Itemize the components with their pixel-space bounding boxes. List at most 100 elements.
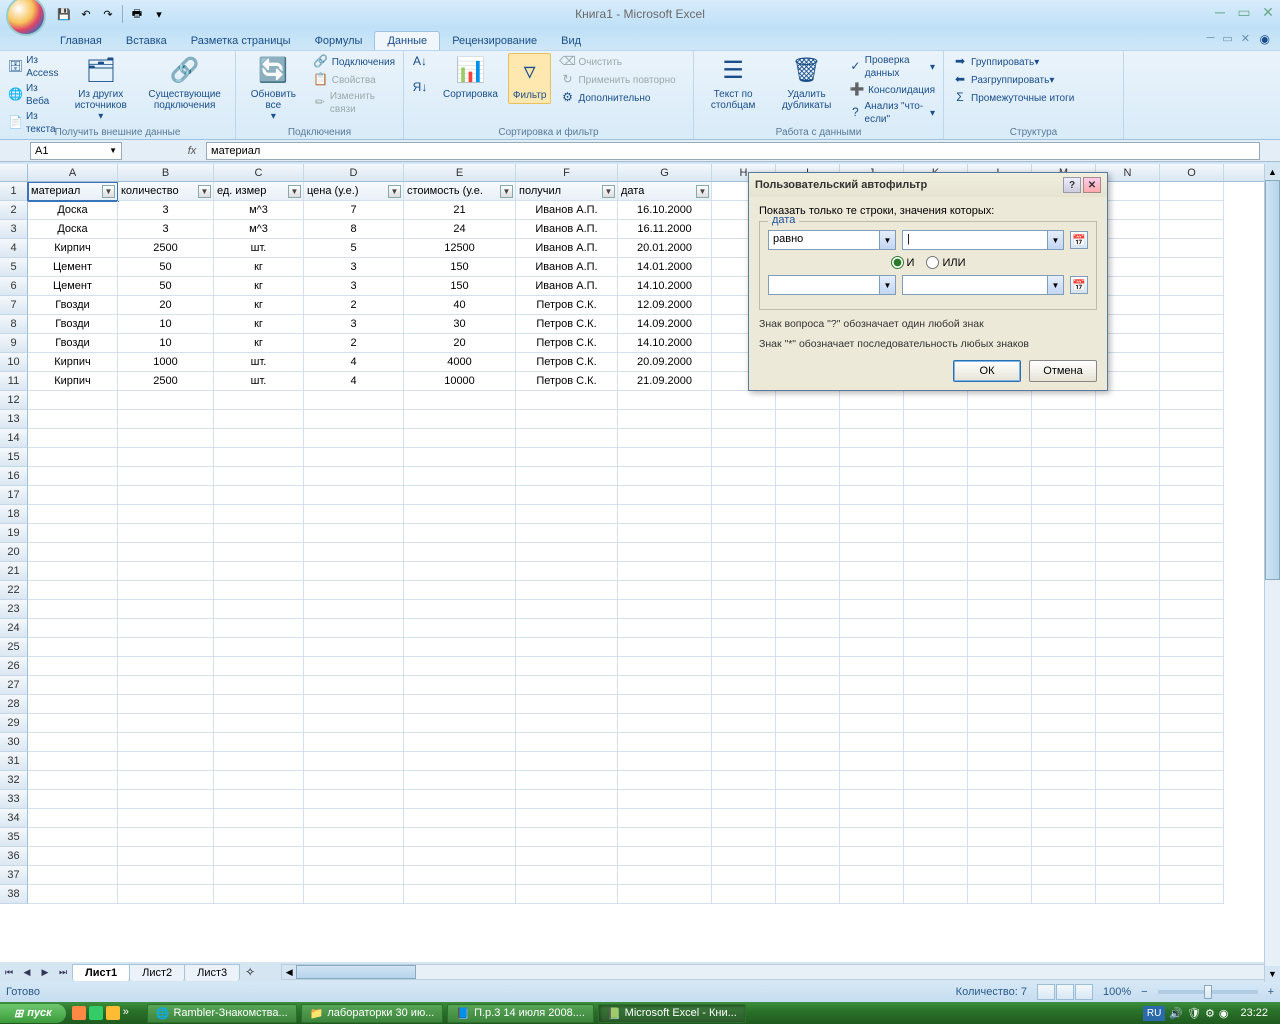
data-cell[interactable]: 12500 bbox=[404, 239, 516, 258]
empty-cell[interactable] bbox=[1160, 619, 1224, 638]
data-cell[interactable]: Кирпич bbox=[28, 372, 118, 391]
empty-cell[interactable] bbox=[618, 847, 712, 866]
row-header[interactable]: 10 bbox=[0, 353, 28, 372]
empty-cell[interactable] bbox=[1160, 847, 1224, 866]
empty-cell[interactable] bbox=[618, 733, 712, 752]
data-cell[interactable]: кг bbox=[214, 334, 304, 353]
empty-cell[interactable] bbox=[404, 809, 516, 828]
empty-cell[interactable] bbox=[516, 809, 618, 828]
column-header[interactable]: F bbox=[516, 164, 618, 181]
empty-cell[interactable] bbox=[840, 410, 904, 429]
empty-cell[interactable] bbox=[404, 562, 516, 581]
empty-cell[interactable] bbox=[404, 657, 516, 676]
data-cell[interactable]: Петров С.К. bbox=[516, 315, 618, 334]
sheet-tab[interactable]: Лист2 bbox=[129, 964, 185, 981]
qat-print-icon[interactable]: 🖶 bbox=[127, 4, 147, 24]
empty-cell[interactable] bbox=[214, 752, 304, 771]
empty-cell[interactable] bbox=[840, 885, 904, 904]
empty-cell[interactable] bbox=[304, 790, 404, 809]
data-cell[interactable]: 3 bbox=[118, 220, 214, 239]
empty-cell[interactable] bbox=[28, 771, 118, 790]
empty-cell[interactable] bbox=[840, 733, 904, 752]
empty-cell[interactable] bbox=[1160, 429, 1224, 448]
empty-cell[interactable] bbox=[1160, 562, 1224, 581]
view-layout-icon[interactable] bbox=[1056, 984, 1074, 1000]
empty-cell[interactable] bbox=[404, 638, 516, 657]
data-cell[interactable]: 20.09.2000 bbox=[618, 353, 712, 372]
data-cell[interactable]: 40 bbox=[404, 296, 516, 315]
empty-cell[interactable] bbox=[28, 657, 118, 676]
empty-cell[interactable] bbox=[304, 638, 404, 657]
empty-cell[interactable] bbox=[840, 543, 904, 562]
view-pagebreak-icon[interactable] bbox=[1075, 984, 1093, 1000]
dialog-help-icon[interactable]: ? bbox=[1063, 177, 1081, 193]
empty-cell[interactable] bbox=[968, 847, 1032, 866]
empty-cell[interactable] bbox=[1160, 676, 1224, 695]
empty-cell[interactable] bbox=[904, 714, 968, 733]
empty-cell[interactable] bbox=[214, 809, 304, 828]
data-cell[interactable]: Иванов А.П. bbox=[516, 201, 618, 220]
empty-cell[interactable] bbox=[516, 676, 618, 695]
scroll-thumb[interactable] bbox=[296, 965, 416, 979]
language-indicator[interactable]: RU bbox=[1143, 1006, 1165, 1021]
empty-cell[interactable] bbox=[404, 429, 516, 448]
row-header[interactable]: 27 bbox=[0, 676, 28, 695]
empty-cell[interactable] bbox=[776, 676, 840, 695]
date-picker1-icon[interactable]: 📅 bbox=[1070, 231, 1088, 249]
row-header[interactable]: 9 bbox=[0, 334, 28, 353]
empty-cell[interactable] bbox=[118, 619, 214, 638]
empty-cell[interactable] bbox=[1032, 429, 1096, 448]
empty-cell[interactable] bbox=[118, 524, 214, 543]
empty-cell[interactable] bbox=[1032, 505, 1096, 524]
data-cell[interactable]: 16.10.2000 bbox=[618, 201, 712, 220]
row-header[interactable]: 15 bbox=[0, 448, 28, 467]
data-cell[interactable]: 2 bbox=[304, 334, 404, 353]
empty-cell[interactable] bbox=[712, 752, 776, 771]
data-cell[interactable]: 10000 bbox=[404, 372, 516, 391]
empty-cell[interactable] bbox=[214, 638, 304, 657]
empty-cell[interactable] bbox=[968, 391, 1032, 410]
empty-cell[interactable] bbox=[1160, 410, 1224, 429]
consolidate-button[interactable]: ➕Консолидация bbox=[847, 81, 937, 99]
data-cell[interactable] bbox=[1160, 353, 1224, 372]
zoom-slider[interactable] bbox=[1158, 990, 1258, 994]
empty-cell[interactable] bbox=[712, 600, 776, 619]
empty-cell[interactable] bbox=[968, 410, 1032, 429]
data-cell[interactable]: 24 bbox=[404, 220, 516, 239]
empty-cell[interactable] bbox=[1096, 714, 1160, 733]
empty-cell[interactable] bbox=[712, 562, 776, 581]
empty-cell[interactable] bbox=[1096, 505, 1160, 524]
data-cell[interactable] bbox=[1160, 239, 1224, 258]
data-cell[interactable]: 4000 bbox=[404, 353, 516, 372]
sheet-nav-next-icon[interactable]: ▶ bbox=[36, 963, 54, 981]
empty-cell[interactable] bbox=[304, 733, 404, 752]
empty-cell[interactable] bbox=[1096, 657, 1160, 676]
empty-cell[interactable] bbox=[712, 714, 776, 733]
empty-cell[interactable] bbox=[1160, 467, 1224, 486]
empty-cell[interactable] bbox=[1160, 695, 1224, 714]
empty-cell[interactable] bbox=[776, 638, 840, 657]
empty-cell[interactable] bbox=[968, 581, 1032, 600]
empty-cell[interactable] bbox=[968, 524, 1032, 543]
empty-cell[interactable] bbox=[968, 752, 1032, 771]
empty-cell[interactable] bbox=[1032, 885, 1096, 904]
empty-cell[interactable] bbox=[28, 562, 118, 581]
data-cell[interactable]: 20 bbox=[404, 334, 516, 353]
empty-cell[interactable] bbox=[1160, 638, 1224, 657]
data-cell[interactable] bbox=[1160, 334, 1224, 353]
empty-cell[interactable] bbox=[618, 885, 712, 904]
empty-cell[interactable] bbox=[118, 543, 214, 562]
empty-cell[interactable] bbox=[1032, 562, 1096, 581]
empty-cell[interactable] bbox=[304, 486, 404, 505]
empty-cell[interactable] bbox=[840, 638, 904, 657]
empty-cell[interactable] bbox=[776, 866, 840, 885]
vertical-scrollbar[interactable]: ▲ ▼ bbox=[1264, 164, 1280, 982]
empty-cell[interactable] bbox=[840, 809, 904, 828]
data-cell[interactable]: 50 bbox=[118, 258, 214, 277]
empty-cell[interactable] bbox=[1160, 543, 1224, 562]
ok-button[interactable]: ОК bbox=[953, 360, 1021, 382]
data-cell[interactable] bbox=[1160, 277, 1224, 296]
empty-cell[interactable] bbox=[28, 619, 118, 638]
tab-data[interactable]: Данные bbox=[374, 31, 440, 50]
empty-cell[interactable] bbox=[1096, 885, 1160, 904]
